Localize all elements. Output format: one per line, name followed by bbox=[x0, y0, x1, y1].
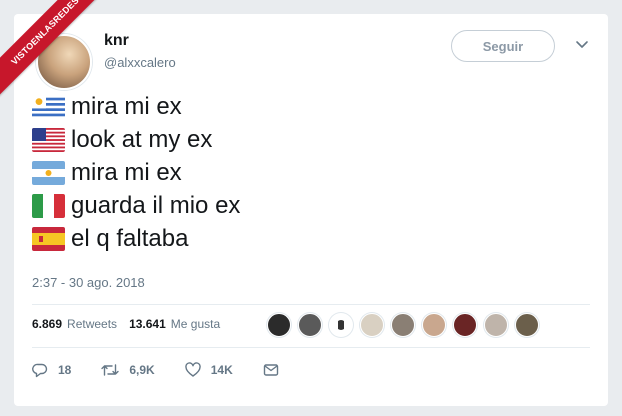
display-name[interactable]: knr bbox=[104, 32, 129, 50]
tweet-card: knr @alxxcalero Seguir mira mi ex look a… bbox=[14, 14, 608, 406]
tweet-line: mira mi ex bbox=[32, 90, 240, 123]
liker-avatar[interactable] bbox=[453, 313, 477, 337]
retweet-button[interactable]: 6,9K bbox=[101, 362, 155, 378]
direct-message-button[interactable] bbox=[263, 363, 289, 377]
user-handle[interactable]: @alxxcalero bbox=[104, 55, 176, 70]
liker-avatar[interactable] bbox=[329, 313, 353, 337]
liker-avatar[interactable] bbox=[360, 313, 384, 337]
tweet-line-text: guarda il mio ex bbox=[71, 191, 241, 219]
liker-avatar[interactable] bbox=[422, 313, 446, 337]
retweets-stat[interactable]: 6.869 Retweets bbox=[32, 317, 117, 331]
divider bbox=[32, 304, 590, 305]
follow-button[interactable]: Seguir bbox=[451, 30, 555, 62]
reply-count: 18 bbox=[58, 363, 72, 377]
uruguay-flag-icon bbox=[32, 94, 65, 119]
liker-avatar[interactable] bbox=[267, 313, 291, 337]
envelope-icon bbox=[263, 364, 278, 376]
likes-count: 13.641 bbox=[129, 317, 166, 331]
retweets-label: Retweets bbox=[67, 317, 118, 331]
reply-icon bbox=[32, 363, 48, 378]
liker-avatar[interactable] bbox=[298, 313, 322, 337]
tweet-line-text: mira mi ex bbox=[71, 92, 182, 120]
like-count: 14K bbox=[210, 363, 233, 377]
retweet-count: 6,9K bbox=[129, 363, 155, 377]
likes-label: Me gusta bbox=[170, 317, 221, 331]
divider bbox=[32, 347, 590, 348]
like-button[interactable]: 14K bbox=[185, 362, 233, 378]
heart-icon bbox=[185, 362, 201, 377]
reply-button[interactable]: 18 bbox=[32, 362, 71, 378]
tweet-line-text: look at my ex bbox=[71, 125, 213, 153]
tweet-timestamp[interactable]: 2:37 - 30 ago. 2018 bbox=[32, 275, 145, 290]
tweet-actions: 18 6,9K 14K bbox=[32, 362, 319, 378]
tweet-line: mira mi ex bbox=[32, 156, 240, 189]
engagement-stats: 6.869 Retweets 13.641 Me gusta bbox=[32, 317, 232, 331]
italy-flag-icon bbox=[32, 193, 65, 218]
liker-avatar[interactable] bbox=[515, 313, 539, 337]
usa-flag-icon bbox=[32, 127, 65, 152]
liker-avatar[interactable] bbox=[391, 313, 415, 337]
argentina-flag-icon bbox=[32, 160, 65, 185]
tweet-line: el q faltaba bbox=[32, 222, 240, 255]
tweet-text: mira mi ex look at my ex mira mi ex guar… bbox=[32, 90, 240, 255]
likes-stat[interactable]: 13.641 Me gusta bbox=[129, 317, 220, 331]
tweet-line-text: mira mi ex bbox=[71, 158, 182, 186]
likers-avatars bbox=[267, 313, 546, 337]
tweet-line: guarda il mio ex bbox=[32, 189, 240, 222]
liker-avatar[interactable] bbox=[484, 313, 508, 337]
retweet-icon bbox=[101, 364, 120, 376]
tweet-line: look at my ex bbox=[32, 123, 240, 156]
tweet-line-text: el q faltaba bbox=[71, 224, 189, 252]
spain-flag-icon bbox=[32, 226, 65, 251]
chevron-down-icon[interactable] bbox=[574, 36, 590, 52]
retweets-count: 6.869 bbox=[32, 317, 63, 331]
